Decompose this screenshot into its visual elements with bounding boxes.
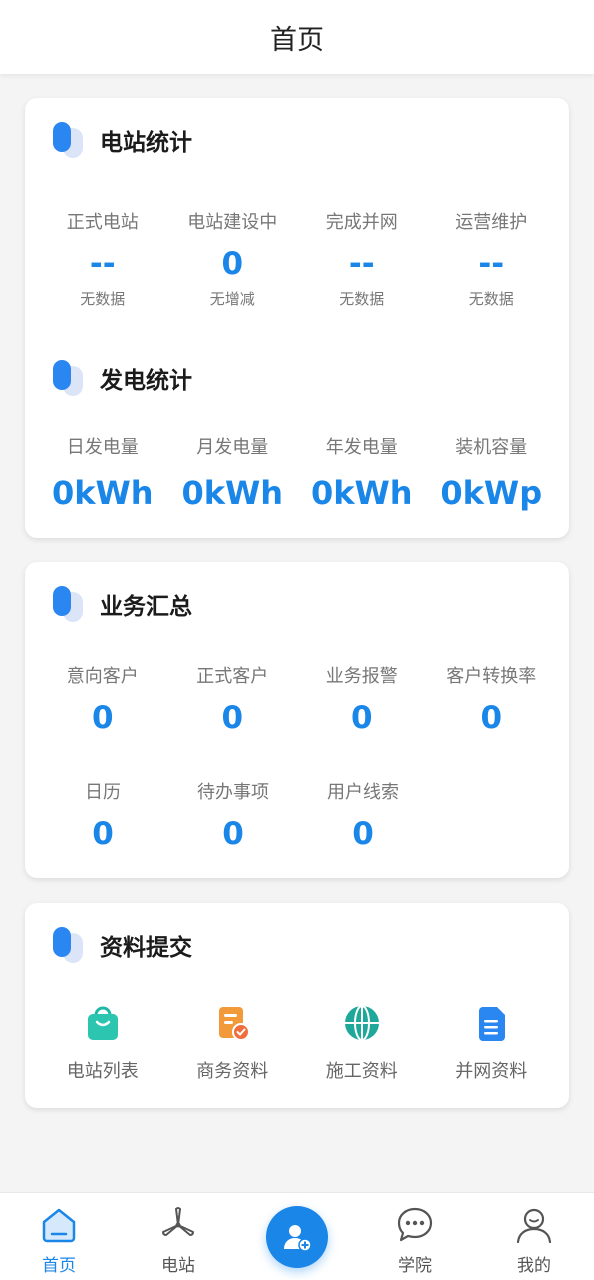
tab-station[interactable]: 电站 <box>133 1205 223 1276</box>
power-label: 月发电量 <box>196 437 269 458</box>
power-yearly[interactable]: 年发电量 0kWh <box>297 435 427 513</box>
document-check-icon <box>219 1007 251 1041</box>
section-header-station: 电站统计 <box>53 120 192 160</box>
stat-sub: 无数据 <box>80 290 126 308</box>
power-value: 0kWh <box>51 474 154 512</box>
documents-card: 资料提交 电站列表 商务资料 施工资料 并网资料 <box>25 903 569 1108</box>
stat-formal-station[interactable]: 正式电站 -- 无数据 <box>38 210 168 310</box>
shopping-bag-icon <box>87 1006 118 1040</box>
stat-sub: 无数据 <box>339 290 385 308</box>
section-marker-icon <box>53 120 87 160</box>
biz-todo[interactable]: 待办事项 0 <box>168 780 298 854</box>
doc-label: 并网资料 <box>455 1061 528 1082</box>
power-monthly[interactable]: 月发电量 0kWh <box>168 435 298 513</box>
stat-value: 0 <box>221 246 244 282</box>
section-title: 发电统计 <box>100 368 192 394</box>
stat-label: 电站建设中 <box>187 212 278 233</box>
section-title: 电站统计 <box>100 130 192 156</box>
tab-label: 我的 <box>517 1256 551 1276</box>
section-marker-icon <box>53 925 87 965</box>
user-icon <box>516 1208 552 1244</box>
power-label: 日发电量 <box>66 437 139 458</box>
biz-value: 0 <box>91 700 114 736</box>
tab-label: 电站 <box>161 1256 195 1276</box>
stat-value: -- <box>348 246 375 282</box>
doc-grid-connection[interactable]: 并网资料 <box>427 1003 557 1083</box>
stat-label: 正式电站 <box>66 212 139 233</box>
biz-value: 0 <box>92 816 114 852</box>
power-daily[interactable]: 日发电量 0kWh <box>38 435 168 513</box>
station-stats-grid: 正式电站 -- 无数据 电站建设中 0 无增减 完成并网 -- 无数据 运营维护… <box>38 210 556 310</box>
biz-conversion-rate[interactable]: 客户转换率 0 <box>427 664 557 738</box>
section-header-documents: 资料提交 <box>53 925 192 965</box>
stat-value: -- <box>478 246 505 282</box>
power-value: 0kWp <box>440 474 543 512</box>
stat-operation[interactable]: 运营维护 -- 无数据 <box>427 210 557 310</box>
biz-label: 意向客户 <box>66 666 139 687</box>
biz-value: 0 <box>480 700 503 736</box>
power-capacity[interactable]: 装机容量 0kWp <box>427 435 557 513</box>
doc-label: 施工资料 <box>325 1061 398 1082</box>
tab-label: 学院 <box>398 1256 432 1276</box>
chat-bubble-icon <box>397 1207 433 1242</box>
wind-turbine-icon <box>162 1207 194 1236</box>
biz-label: 客户转换率 <box>446 666 537 687</box>
tab-academy[interactable]: 学院 <box>370 1205 460 1276</box>
doc-business[interactable]: 商务资料 <box>168 1003 298 1083</box>
biz-value: 0 <box>222 816 244 852</box>
documents-grid: 电站列表 商务资料 施工资料 并网资料 <box>38 1003 556 1083</box>
stat-grid-connected[interactable]: 完成并网 -- 无数据 <box>297 210 427 310</box>
section-title: 业务汇总 <box>100 594 192 620</box>
stat-value: -- <box>89 246 116 282</box>
biz-label: 日历 <box>85 782 121 803</box>
stat-label: 运营维护 <box>455 212 528 233</box>
globe-icon <box>344 1005 379 1041</box>
biz-formal-customers[interactable]: 正式客户 0 <box>168 664 298 738</box>
home-icon <box>42 1208 76 1243</box>
biz-label: 待办事项 <box>197 782 269 803</box>
section-marker-icon <box>53 358 87 398</box>
biz-value: 0 <box>350 700 373 736</box>
add-customer-button[interactable] <box>266 1206 328 1268</box>
stat-sub: 无增减 <box>209 290 255 308</box>
power-label: 装机容量 <box>455 437 528 458</box>
section-marker-icon <box>53 584 87 624</box>
file-text-icon <box>479 1007 506 1041</box>
tab-label: 首页 <box>42 1256 76 1276</box>
biz-label: 用户线索 <box>327 782 399 803</box>
business-card: 业务汇总 意向客户 0 正式客户 0 业务报警 0 客户转换率 0 日历 0 待… <box>25 562 569 878</box>
biz-calendar[interactable]: 日历 0 <box>38 780 168 854</box>
power-stats-grid: 日发电量 0kWh 月发电量 0kWh 年发电量 0kWh 装机容量 0kWp <box>38 435 556 513</box>
section-header-business: 业务汇总 <box>53 584 192 624</box>
page-title: 首页 <box>270 24 324 56</box>
biz-intent-customers[interactable]: 意向客户 0 <box>38 664 168 738</box>
power-value: 0kWh <box>310 474 413 512</box>
tab-mine[interactable]: 我的 <box>489 1205 579 1276</box>
top-bar: 首页 <box>0 0 594 74</box>
section-title: 资料提交 <box>100 935 192 961</box>
business-grid-row1: 意向客户 0 正式客户 0 业务报警 0 客户转换率 0 <box>38 664 556 738</box>
doc-label: 电站列表 <box>66 1061 139 1082</box>
stat-sub: 无数据 <box>468 290 514 308</box>
biz-leads[interactable]: 用户线索 0 <box>298 780 428 854</box>
biz-value: 0 <box>221 700 244 736</box>
stat-label: 完成并网 <box>325 212 398 233</box>
add-user-icon <box>284 1225 312 1252</box>
power-label: 年发电量 <box>325 437 398 458</box>
biz-alerts[interactable]: 业务报警 0 <box>297 664 427 738</box>
biz-label: 业务报警 <box>325 666 398 687</box>
doc-construction[interactable]: 施工资料 <box>297 1003 427 1083</box>
section-header-power: 发电统计 <box>53 358 192 398</box>
power-value: 0kWh <box>181 474 284 512</box>
business-grid-row2: 日历 0 待办事项 0 用户线索 0 <box>38 780 556 854</box>
stats-card: 电站统计 正式电站 -- 无数据 电站建设中 0 无增减 完成并网 -- 无数据… <box>25 98 569 538</box>
biz-label: 正式客户 <box>196 666 269 687</box>
doc-label: 商务资料 <box>196 1061 269 1082</box>
biz-value: 0 <box>352 816 374 852</box>
tab-home[interactable]: 首页 <box>14 1205 104 1276</box>
doc-station-list[interactable]: 电站列表 <box>38 1003 168 1083</box>
stat-under-construction[interactable]: 电站建设中 0 无增减 <box>168 210 298 310</box>
